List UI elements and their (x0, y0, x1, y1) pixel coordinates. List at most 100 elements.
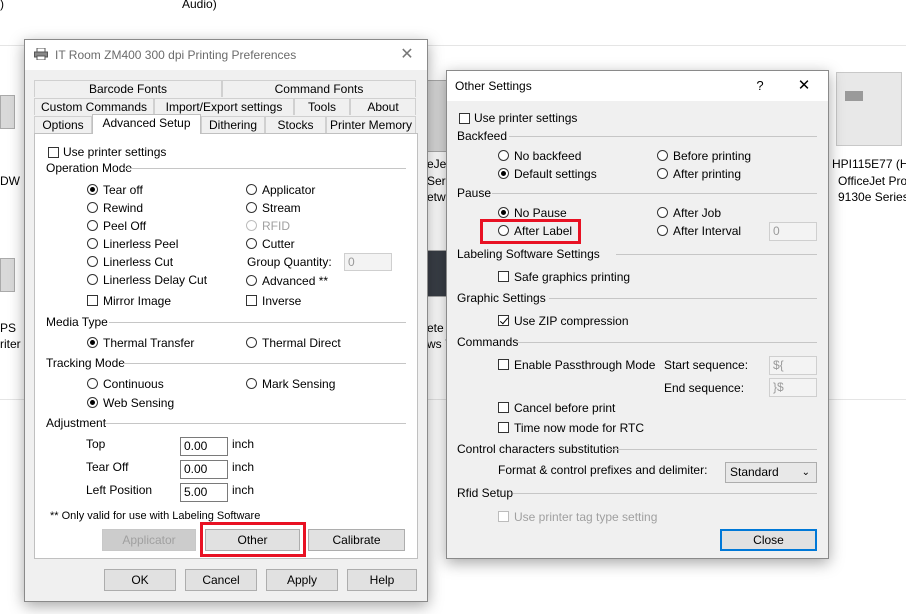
continuous-label: Continuous (103, 377, 164, 391)
safe-graphics-checkbox[interactable] (498, 271, 509, 282)
start-sequence-label: Start sequence: (664, 358, 749, 372)
tracking-mode-heading: Tracking Mode (46, 356, 125, 370)
rfid-radio[interactable] (246, 220, 257, 231)
before-printing-label: Before printing (673, 149, 752, 163)
mirror-image-checkbox[interactable] (87, 295, 98, 306)
no-pause-radio[interactable] (498, 207, 509, 218)
bg-text[interactable]: etw (427, 190, 446, 204)
mark-sensing-label: Mark Sensing (262, 377, 336, 391)
thermal-direct-radio[interactable] (246, 337, 257, 348)
format-select[interactable]: Standard ⌄ (725, 462, 817, 483)
mirror-image-label: Mirror Image (103, 294, 172, 308)
end-sequence-input[interactable]: }$ (769, 378, 817, 397)
calibrate-button[interactable]: Calibrate (308, 529, 405, 551)
linerless-peel-radio[interactable] (87, 238, 98, 249)
after-interval-radio[interactable] (657, 225, 668, 236)
tab-advanced-setup[interactable]: Advanced Setup (92, 114, 201, 134)
start-sequence-input[interactable]: ${ (769, 356, 817, 375)
stream-radio[interactable] (246, 202, 257, 213)
tab-options[interactable]: Options (34, 116, 92, 133)
help-icon[interactable]: ? (740, 71, 780, 101)
before-printing-radio[interactable] (657, 150, 668, 161)
linerless-delay-cut-label: Linerless Delay Cut (103, 273, 208, 287)
media-type-heading: Media Type (46, 315, 108, 329)
tab-about[interactable]: About (350, 98, 416, 115)
bg-text: Audio) (182, 0, 217, 11)
mark-sensing-radio[interactable] (246, 378, 257, 389)
group-quantity-input[interactable]: 0 (344, 253, 392, 271)
top-input[interactable]: 0.00 (180, 437, 228, 456)
applicator-button[interactable]: Applicator (102, 529, 196, 551)
bg-text[interactable]: OfficeJet Pro (838, 174, 906, 188)
bg-text[interactable]: riter (0, 337, 21, 351)
left-position-label: Left Position (86, 483, 153, 497)
tab-tools[interactable]: Tools (294, 98, 350, 115)
tear-off-input[interactable]: 0.00 (180, 460, 228, 479)
divider (517, 342, 817, 343)
use-zip-checkbox[interactable] (498, 315, 509, 326)
title-bar[interactable]: Other Settings ? ✕ (447, 71, 828, 101)
bg-text[interactable]: PS (0, 321, 16, 335)
ok-button[interactable]: OK (104, 569, 176, 591)
enable-passthrough-checkbox[interactable] (498, 359, 509, 370)
tab-barcode-fonts[interactable]: Barcode Fonts (34, 80, 222, 97)
bg-text[interactable]: DW (0, 174, 20, 188)
advanced-radio[interactable] (246, 275, 257, 286)
thermal-transfer-radio[interactable] (87, 337, 98, 348)
close-button[interactable]: Close (720, 529, 817, 551)
close-icon[interactable]: ✕ (387, 40, 427, 70)
tab-dithering[interactable]: Dithering (201, 116, 265, 133)
rewind-radio[interactable] (87, 202, 98, 213)
tab-custom-commands[interactable]: Custom Commands (34, 98, 154, 115)
bg-text[interactable]: 9130e Series) (838, 190, 906, 204)
divider (492, 193, 817, 194)
tab-command-fonts[interactable]: Command Fonts (222, 80, 416, 97)
tab-import-export[interactable]: Import/Export settings (154, 98, 294, 115)
tear-off-radio[interactable] (87, 184, 98, 195)
chevron-down-icon: ⌄ (801, 467, 810, 478)
default-settings-radio[interactable] (498, 168, 509, 179)
cutter-radio[interactable] (246, 238, 257, 249)
left-position-unit: inch (232, 483, 255, 497)
title-bar[interactable]: IT Room ZM400 300 dpi Printing Preferenc… (25, 40, 427, 70)
continuous-radio[interactable] (87, 378, 98, 389)
divider (509, 136, 817, 137)
after-job-radio[interactable] (657, 207, 668, 218)
commands-heading: Commands (457, 335, 519, 349)
web-sensing-radio[interactable] (87, 397, 98, 408)
printer-icon (34, 47, 48, 61)
linerless-cut-radio[interactable] (87, 256, 98, 267)
printer-icon[interactable] (836, 72, 902, 146)
printer-icon[interactable] (0, 95, 15, 129)
use-printer-settings-checkbox[interactable] (459, 113, 470, 124)
inverse-checkbox[interactable] (246, 295, 257, 306)
left-position-input[interactable]: 5.00 (180, 483, 228, 502)
after-printing-radio[interactable] (657, 168, 668, 179)
printing-preferences-window: IT Room ZM400 300 dpi Printing Preferenc… (24, 39, 428, 602)
cancel-button[interactable]: Cancel (185, 569, 257, 591)
tab-stocks[interactable]: Stocks (265, 116, 326, 133)
use-printer-settings-checkbox[interactable] (48, 147, 59, 158)
divider (513, 493, 817, 494)
linerless-delay-cut-radio[interactable] (87, 274, 98, 285)
close-icon[interactable]: ✕ (784, 71, 824, 101)
inverse-label: Inverse (262, 294, 302, 308)
printer-icon[interactable] (0, 258, 15, 292)
use-tag-type-checkbox[interactable] (498, 511, 509, 522)
tab-printer-memory[interactable]: Printer Memory (326, 116, 416, 133)
peel-off-radio[interactable] (87, 220, 98, 231)
time-now-rtc-checkbox[interactable] (498, 422, 509, 433)
help-button[interactable]: Help (347, 569, 417, 591)
bg-text[interactable]: HPI115E77 (HP (832, 157, 906, 171)
apply-button[interactable]: Apply (266, 569, 338, 591)
interval-input[interactable]: 0 (769, 222, 817, 241)
use-printer-settings-label: Use printer settings (63, 145, 167, 159)
divider (616, 254, 817, 255)
no-backfeed-radio[interactable] (498, 150, 509, 161)
cancel-before-print-checkbox[interactable] (498, 402, 509, 413)
safe-graphics-label: Safe graphics printing (514, 270, 631, 284)
after-job-label: After Job (673, 206, 722, 220)
applicator-radio[interactable] (246, 184, 257, 195)
group-quantity-label: Group Quantity: (247, 255, 332, 269)
footnote: ** Only valid for use with Labeling Soft… (50, 510, 261, 522)
